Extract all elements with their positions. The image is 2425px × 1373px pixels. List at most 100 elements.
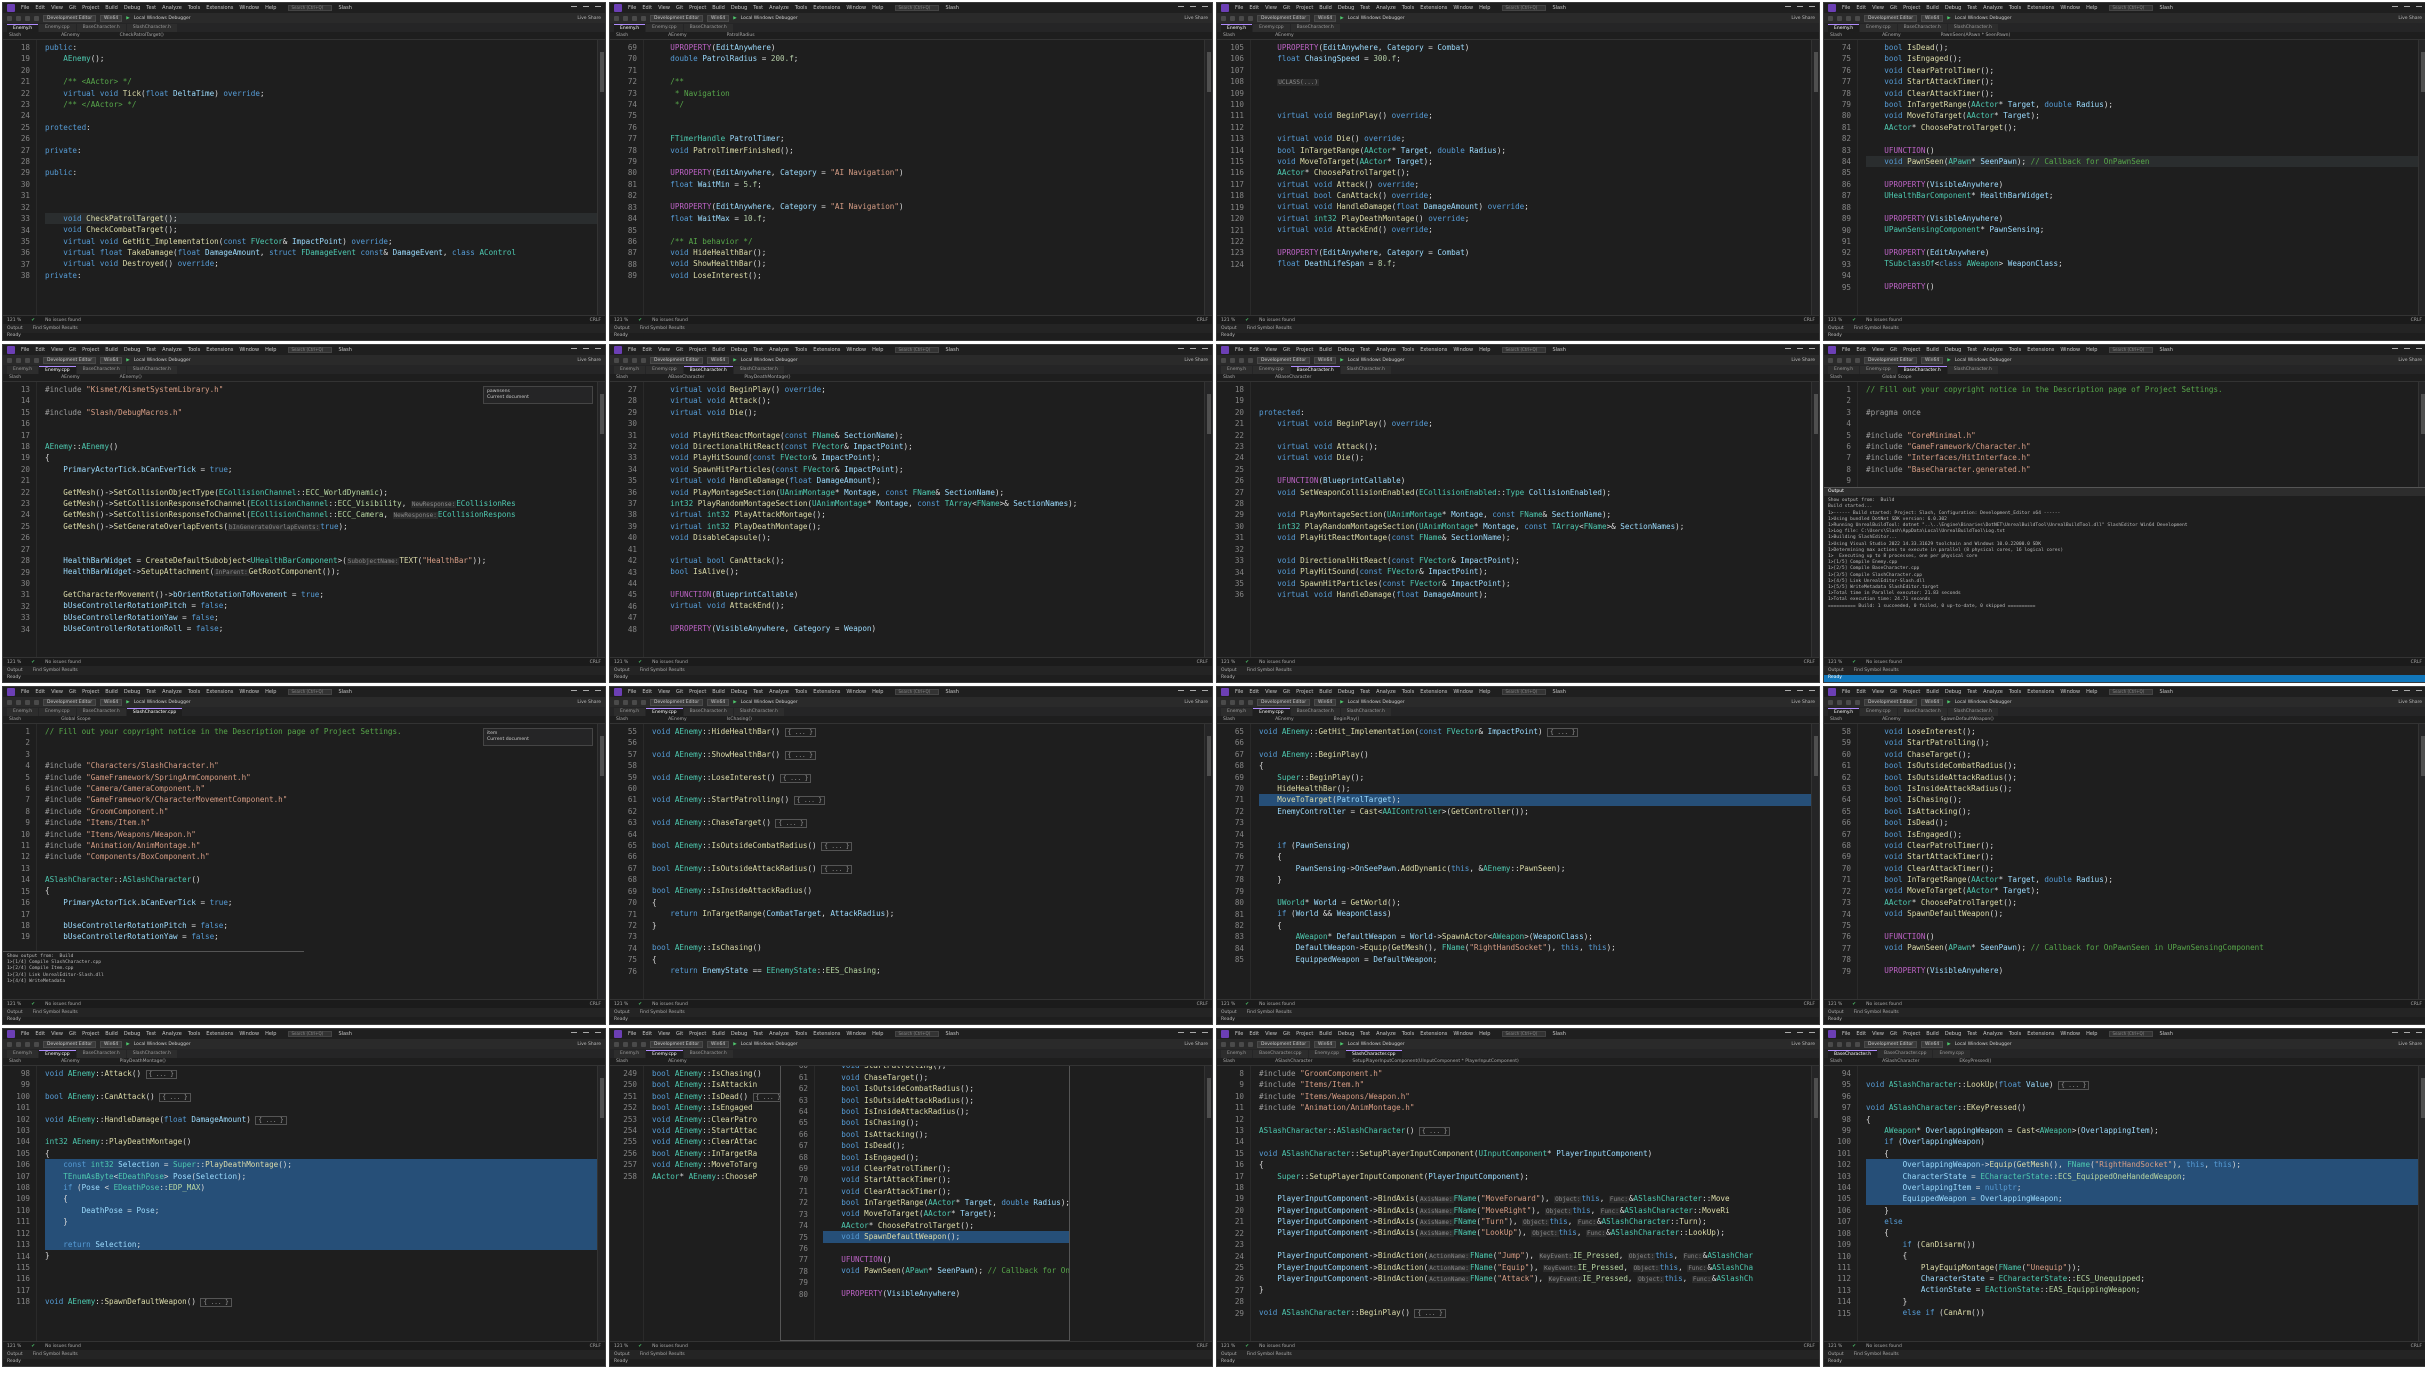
code-line[interactable]: void DirectionalHitReact(const FVector& …: [1259, 555, 1811, 566]
document-tab[interactable]: Enemy.cpp: [646, 1050, 683, 1058]
menu-file[interactable]: File: [1842, 689, 1850, 695]
navigation-dropdown[interactable]: Slash: [616, 717, 628, 722]
menu-help[interactable]: Help: [1479, 1031, 1490, 1037]
code-line[interactable]: protected:: [1259, 407, 1811, 418]
code-line[interactable]: void LoseInterest();: [1866, 726, 2418, 737]
document-tab[interactable]: BaseCharacter.h: [1290, 24, 1340, 32]
document-tab[interactable]: SlashCharacter.h: [126, 366, 177, 374]
code-line[interactable]: #include "GameFramework/Character.h": [1866, 441, 2418, 452]
code-line[interactable]: GetMesh()->SetGenerateOverlapEvents(bInG…: [45, 521, 597, 532]
live-share-button[interactable]: Live Share: [2398, 700, 2422, 705]
code-text[interactable]: void LoseInterest(); void StartPatrollin…: [815, 1066, 1069, 1340]
document-tab[interactable]: SlashCharacter.h: [126, 1050, 177, 1058]
menu-help[interactable]: Help: [2086, 1031, 2097, 1037]
back-icon[interactable]: [614, 1041, 619, 1047]
undo-icon[interactable]: [1248, 699, 1253, 705]
code-line[interactable]: [652, 806, 1204, 817]
code-line[interactable]: [45, 1262, 597, 1273]
code-line[interactable]: void ClearPatrolTimer();: [1866, 65, 2418, 76]
menu-view[interactable]: View: [1872, 1031, 1884, 1037]
code-line[interactable]: #include "Characters/SlashCharacter.h": [45, 760, 597, 771]
code-line[interactable]: void LoseInterest();: [652, 270, 1204, 281]
code-line[interactable]: bool IsOutsideAttackRadius();: [1866, 772, 2418, 783]
menu-git[interactable]: Git: [1283, 1031, 1290, 1037]
save-icon[interactable]: [25, 357, 30, 363]
document-tab[interactable]: BaseCharacter.h: [1897, 366, 1947, 374]
code-line[interactable]: [1259, 829, 1811, 840]
vertical-scrollbar[interactable]: [1811, 40, 1819, 315]
code-line[interactable]: public:: [45, 42, 597, 53]
code-line[interactable]: [45, 749, 597, 760]
document-tab[interactable]: Enemy.h: [1828, 708, 1860, 716]
document-tab[interactable]: BaseCharacter.h: [76, 708, 126, 716]
menu-build[interactable]: Build: [1926, 1031, 1939, 1037]
code-line[interactable]: }: [1866, 1205, 2418, 1216]
zoom-level[interactable]: 121 %: [614, 1344, 628, 1349]
forward-icon[interactable]: [1230, 15, 1235, 21]
menu-window[interactable]: Window: [1453, 5, 1473, 11]
vertical-scrollbar[interactable]: [597, 1066, 605, 1341]
close-icon[interactable]: [1202, 5, 1208, 11]
code-line[interactable]: bool IsAttacking();: [823, 1129, 1069, 1140]
document-tab[interactable]: BaseCharacter.h: [683, 708, 733, 716]
code-line[interactable]: #include "CoreMinimal.h": [1866, 430, 2418, 441]
code-line[interactable]: #include "Items/Weapons/Weapon.h": [1259, 1091, 1811, 1102]
zoom-level[interactable]: 121 %: [7, 1002, 21, 1007]
zoom-level[interactable]: 121 %: [1828, 1002, 1842, 1007]
menu-view[interactable]: View: [51, 5, 63, 11]
navigation-dropdown[interactable]: AEnemy: [1882, 717, 1901, 722]
debugger-button[interactable]: Local Windows Debugger: [1348, 358, 1405, 363]
code-text[interactable]: public: AEnemy(); /** <AActor> */ virtua…: [37, 40, 597, 315]
code-line[interactable]: void ChaseTarget();: [1866, 749, 2418, 760]
undo-icon[interactable]: [34, 1041, 39, 1047]
play-icon[interactable]: ▶: [733, 1042, 736, 1047]
zoom-level[interactable]: 121 %: [1828, 1344, 1842, 1349]
code-line[interactable]: HideHealthBar();: [1259, 783, 1811, 794]
menu-edit[interactable]: Edit: [1249, 1031, 1259, 1037]
menu-extensions[interactable]: Extensions: [1420, 689, 1447, 695]
code-line[interactable]: AActor* ChoosePatrolTarget();: [1866, 122, 2418, 133]
search-input[interactable]: Search (Ctrl+Q): [2109, 5, 2154, 11]
code-line[interactable]: virtual void Attack();: [1259, 441, 1811, 452]
code-line[interactable]: #include "GroomComponent.h": [45, 806, 597, 817]
configuration-dropdown[interactable]: Development Editor: [650, 698, 704, 706]
debugger-button[interactable]: Local Windows Debugger: [134, 358, 191, 363]
menu-extensions[interactable]: Extensions: [1420, 5, 1447, 11]
code-line[interactable]: UPROPERTY(VisibleAnywhere): [1866, 213, 2418, 224]
code-line[interactable]: TEnumAsByte<EDeathPose> Pose(Selection);: [45, 1170, 597, 1182]
back-icon[interactable]: [7, 357, 12, 363]
menu-window[interactable]: Window: [2060, 1031, 2080, 1037]
code-line[interactable]: /**: [652, 76, 1204, 87]
code-line[interactable]: Super::BeginPlay();: [1259, 772, 1811, 783]
minimize-icon[interactable]: [2392, 347, 2398, 353]
code-line[interactable]: [1259, 498, 1811, 509]
code-line[interactable]: [652, 190, 1204, 201]
output-tab[interactable]: Find Symbol Results: [1854, 1010, 1899, 1015]
forward-icon[interactable]: [16, 699, 21, 705]
play-icon[interactable]: ▶: [126, 700, 129, 705]
debugger-button[interactable]: Local Windows Debugger: [741, 358, 798, 363]
menu-edit[interactable]: Edit: [642, 347, 652, 353]
document-tab[interactable]: BaseCharacter.h: [683, 1050, 733, 1058]
code-line[interactable]: return EnemyState == EEnemyState::EES_Ch…: [652, 965, 1204, 976]
document-tab[interactable]: SlashCharacter.h: [1947, 366, 1998, 374]
code-line[interactable]: /** AI behavior */: [652, 236, 1204, 247]
configuration-dropdown[interactable]: Development Editor: [650, 14, 704, 22]
code-line[interactable]: {: [1866, 1114, 2418, 1125]
search-input[interactable]: Search (Ctrl+Q): [288, 689, 333, 695]
code-line[interactable]: [45, 156, 597, 167]
configuration-dropdown[interactable]: Development Editor: [1864, 14, 1918, 22]
back-icon[interactable]: [614, 699, 619, 705]
code-line[interactable]: PlayerInputComponent->BindAxis(AxisName:…: [1259, 1193, 1811, 1204]
zoom-level[interactable]: 121 %: [614, 660, 628, 665]
code-line[interactable]: [652, 783, 1204, 794]
menu-window[interactable]: Window: [846, 1031, 866, 1037]
live-share-button[interactable]: Live Share: [1791, 358, 1815, 363]
save-icon[interactable]: [1239, 1041, 1244, 1047]
code-editor[interactable]: 249 250 251 252 253 254 255 256 257 258 bool AEne…: [610, 1066, 1212, 1341]
document-tab[interactable]: Enemy.h: [1828, 366, 1860, 374]
menu-build[interactable]: Build: [105, 347, 118, 353]
configuration-dropdown[interactable]: Development Editor: [43, 1040, 97, 1048]
code-line[interactable]: }: [652, 920, 1204, 931]
menu-view[interactable]: View: [1872, 5, 1884, 11]
